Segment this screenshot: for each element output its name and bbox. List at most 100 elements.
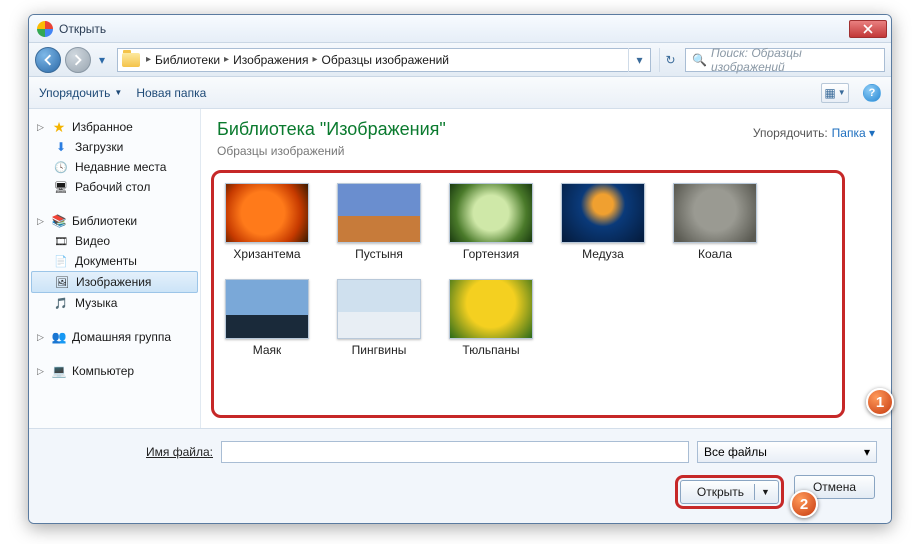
dialog-title: Открыть bbox=[59, 22, 849, 36]
thumbnail-label: Пустыня bbox=[355, 247, 403, 261]
toolbar: Упорядочить▼ Новая папка ▦▼ ? bbox=[29, 77, 891, 109]
thumbnail-label: Маяк bbox=[253, 343, 282, 357]
recent-icon bbox=[53, 159, 69, 175]
thumbnail-label: Медуза bbox=[582, 247, 624, 261]
video-icon bbox=[53, 233, 69, 249]
computer-group: ▷ Компьютер bbox=[31, 361, 198, 381]
chevron-down-icon: ▼ bbox=[761, 487, 770, 497]
thumbnail-image bbox=[337, 279, 421, 339]
bottom-panel: Имя файла: Все файлы ▾ Открыть ▼ Отмена bbox=[29, 428, 891, 523]
arrange-by: Упорядочить: Папка ▾ bbox=[753, 126, 875, 140]
thumbnails-icon: ▦ bbox=[824, 86, 835, 100]
computer-icon bbox=[51, 363, 67, 379]
star-icon: ★ bbox=[51, 119, 67, 135]
breadcrumb[interactable]: Образцы изображений bbox=[320, 53, 451, 67]
thumbnail-label: Коала bbox=[698, 247, 732, 261]
thumbnail-image bbox=[561, 183, 645, 243]
refresh-button[interactable]: ↻ bbox=[659, 48, 681, 72]
thumbnail-image bbox=[673, 183, 757, 243]
thumbnail-label: Пингвины bbox=[352, 343, 407, 357]
callout-badge-2: 2 bbox=[790, 490, 818, 518]
breadcrumb-sep: ▸ bbox=[144, 54, 153, 65]
document-icon bbox=[53, 253, 69, 269]
file-thumbnail[interactable]: Пингвины bbox=[336, 279, 422, 357]
desktop-icon bbox=[53, 179, 69, 195]
view-mode-button[interactable]: ▦▼ bbox=[821, 83, 849, 103]
arrow-left-icon bbox=[42, 54, 54, 66]
file-list-pane: Библиотека "Изображения" Упорядочить: Па… bbox=[201, 109, 891, 428]
button-row: Открыть ▼ Отмена bbox=[43, 475, 877, 509]
thumbnail-label: Гортензия bbox=[463, 247, 519, 261]
sidebar-item-desktop[interactable]: Рабочий стол bbox=[31, 177, 198, 197]
sidebar-item-videos[interactable]: Видео bbox=[31, 231, 198, 251]
library-header-row: Библиотека "Изображения" Упорядочить: Па… bbox=[201, 109, 891, 144]
search-input[interactable]: 🔍 Поиск: Образцы изображений bbox=[685, 48, 885, 72]
breadcrumb-sep: ▸ bbox=[311, 54, 320, 65]
thumbnail-image bbox=[449, 279, 533, 339]
file-thumbnail[interactable]: Пустыня bbox=[336, 183, 422, 261]
organize-button[interactable]: Упорядочить▼ bbox=[39, 86, 122, 100]
computer-header[interactable]: ▷ Компьютер bbox=[31, 361, 198, 381]
folder-icon bbox=[122, 53, 140, 67]
download-icon bbox=[53, 139, 69, 155]
sidebar-item-downloads[interactable]: Загрузки bbox=[31, 137, 198, 157]
nav-back-button[interactable] bbox=[35, 47, 61, 73]
sidebar-item-music[interactable]: Музыка bbox=[31, 293, 198, 313]
thumbnail-image bbox=[225, 183, 309, 243]
favorites-header[interactable]: ▷ ★ Избранное bbox=[31, 117, 198, 137]
libraries-icon bbox=[51, 213, 67, 229]
music-icon bbox=[53, 295, 69, 311]
file-thumbnail[interactable]: Коала bbox=[672, 183, 758, 261]
thumbnail-label: Хризантема bbox=[233, 247, 300, 261]
address-dropdown[interactable]: ▾ bbox=[628, 48, 650, 72]
pictures-icon bbox=[54, 274, 70, 290]
file-thumbnail[interactable]: Гортензия bbox=[448, 183, 534, 261]
address-bar[interactable]: ▸ Библиотеки ▸ Изображения ▸ Образцы изо… bbox=[117, 48, 651, 72]
search-icon: 🔍 bbox=[692, 53, 707, 67]
chrome-icon bbox=[37, 21, 53, 37]
homegroup-icon bbox=[51, 329, 67, 345]
close-icon bbox=[863, 24, 873, 34]
nav-history-dropdown[interactable]: ▾ bbox=[95, 49, 109, 71]
close-button[interactable] bbox=[849, 20, 887, 38]
chevron-down-icon: ▾ bbox=[864, 445, 870, 459]
thumbnail-label: Тюльпаны bbox=[462, 343, 519, 357]
open-button[interactable]: Открыть ▼ bbox=[680, 480, 779, 504]
homegroup-header[interactable]: ▷ Домашняя группа bbox=[31, 327, 198, 347]
filename-input[interactable] bbox=[221, 441, 689, 463]
breadcrumb-sep: ▸ bbox=[222, 54, 231, 65]
homegroup-group: ▷ Домашняя группа bbox=[31, 327, 198, 347]
sidebar-item-recent[interactable]: Недавние места bbox=[31, 157, 198, 177]
file-thumbnail[interactable]: Тюльпаны bbox=[448, 279, 534, 357]
favorites-group: ▷ ★ Избранное Загрузки Недавние места Ра… bbox=[31, 117, 198, 197]
libraries-header[interactable]: ▷ Библиотеки bbox=[31, 211, 198, 231]
file-grid: Хризантема Пустыня Гортензия Медуза Коала Мая… bbox=[224, 183, 832, 357]
file-thumbnail[interactable]: Маяк bbox=[224, 279, 310, 357]
titlebar: Открыть bbox=[29, 15, 891, 43]
thumbnail-image bbox=[337, 183, 421, 243]
file-thumbnail[interactable]: Хризантема bbox=[224, 183, 310, 261]
breadcrumb[interactable]: Изображения bbox=[231, 53, 310, 67]
thumbnail-image bbox=[449, 183, 533, 243]
file-type-filter[interactable]: Все файлы ▾ bbox=[697, 441, 877, 463]
navigation-pane: ▷ ★ Избранное Загрузки Недавние места Ра… bbox=[29, 109, 201, 428]
dialog-body: ▷ ★ Избранное Загрузки Недавние места Ра… bbox=[29, 109, 891, 428]
nav-bar: ▾ ▸ Библиотеки ▸ Изображения ▸ Образцы и… bbox=[29, 43, 891, 77]
open-file-dialog: Открыть ▾ ▸ Библиотеки ▸ Изображения ▸ О… bbox=[28, 14, 892, 524]
sidebar-item-pictures[interactable]: Изображения bbox=[31, 271, 198, 293]
library-title: Библиотека "Изображения" bbox=[217, 119, 446, 140]
nav-forward-button[interactable] bbox=[65, 47, 91, 73]
filename-label: Имя файла: bbox=[43, 445, 213, 459]
arrow-right-icon bbox=[72, 54, 84, 66]
breadcrumb[interactable]: Библиотеки bbox=[153, 53, 222, 67]
filename-row: Имя файла: Все файлы ▾ bbox=[43, 441, 877, 463]
libraries-group: ▷ Библиотеки Видео Документы Изображения bbox=[31, 211, 198, 313]
arrange-by-dropdown[interactable]: Папка ▾ bbox=[832, 126, 875, 140]
help-button[interactable]: ? bbox=[863, 84, 881, 102]
file-thumbnail[interactable]: Медуза bbox=[560, 183, 646, 261]
thumbnail-image bbox=[225, 279, 309, 339]
library-subtitle: Образцы изображений bbox=[201, 144, 891, 166]
new-folder-button[interactable]: Новая папка bbox=[136, 86, 206, 100]
file-grid-highlight: Хризантема Пустыня Гортензия Медуза Коала Мая… bbox=[211, 170, 845, 418]
sidebar-item-documents[interactable]: Документы bbox=[31, 251, 198, 271]
